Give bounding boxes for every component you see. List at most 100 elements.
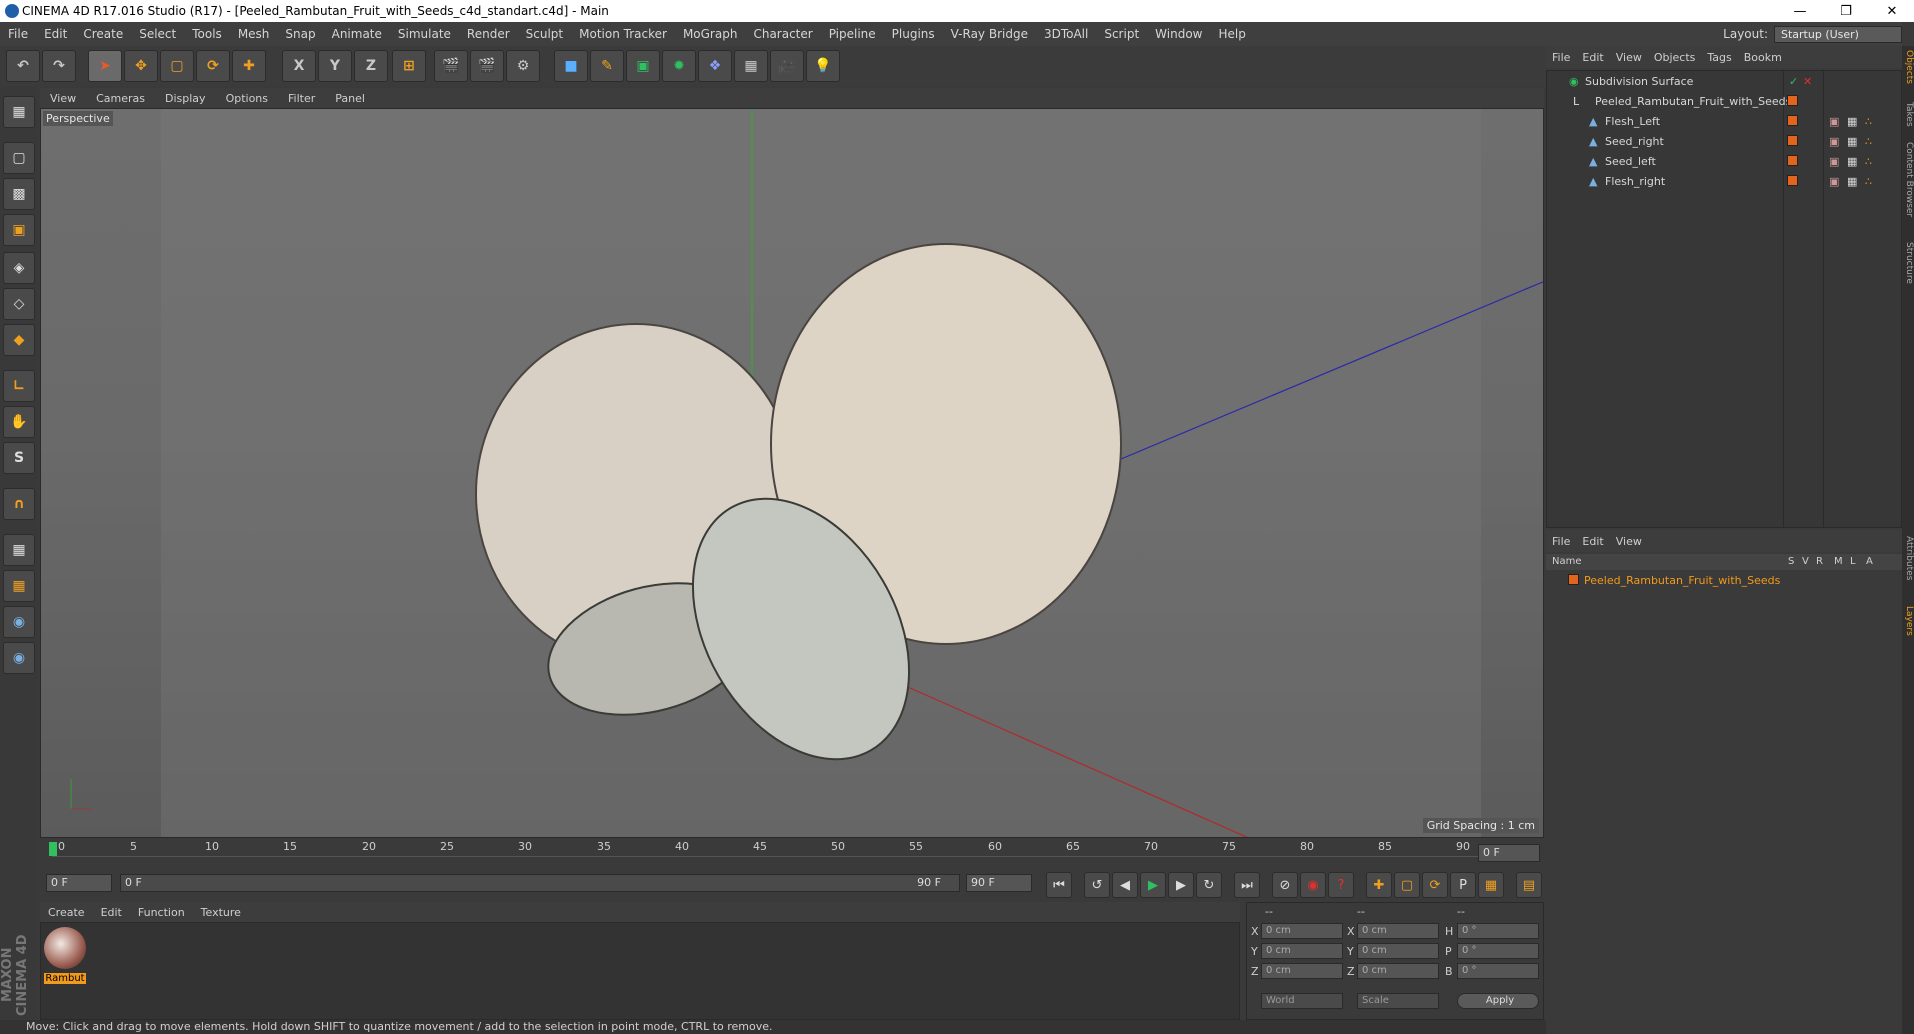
objects-menu-file[interactable]: File (1552, 51, 1570, 64)
move-tool-icon[interactable]: ✥ (124, 50, 158, 82)
make-editable-icon[interactable]: ▦ (3, 96, 35, 128)
subdivision-icon[interactable]: ▣ (626, 50, 660, 82)
phong-tag-icon[interactable]: ∴ (1865, 135, 1872, 148)
menu-mograph[interactable]: MoGraph (683, 27, 738, 41)
key-scale-icon[interactable]: ▢ (1394, 872, 1420, 898)
side-tab-layers[interactable]: Layers (1902, 606, 1914, 636)
menu-snap[interactable]: Snap (285, 27, 315, 41)
disable-x-icon[interactable]: ✕ (1803, 75, 1812, 88)
record-keys-icon[interactable]: ⊘ (1272, 872, 1298, 898)
menu-plugins[interactable]: Plugins (892, 27, 935, 41)
axis-y-button[interactable]: Y (318, 50, 352, 82)
menu-pipeline[interactable]: Pipeline (829, 27, 876, 41)
menu-help[interactable]: Help (1218, 27, 1245, 41)
position-z-field[interactable]: 0 cm (1261, 963, 1343, 979)
menu-character[interactable]: Character (753, 27, 812, 41)
layer-color-swatch[interactable] (1787, 135, 1798, 146)
mograph-cloner-icon[interactable]: ✹ (662, 50, 696, 82)
python-script-icon[interactable]: ◉ (3, 642, 35, 674)
rotation-b-field[interactable]: 0 ° (1457, 963, 1539, 979)
side-tab-objects[interactable]: Objects (1902, 50, 1914, 84)
camera-icon[interactable]: 🎥 (770, 50, 804, 82)
object-row-flesh-right[interactable]: ▲ Flesh_right ▣ ▦ ∴ (1547, 171, 1903, 191)
side-tab-takes[interactable]: Takes (1902, 102, 1914, 127)
rotation-p-field[interactable]: 0 ° (1457, 943, 1539, 959)
viewport-menu-options[interactable]: Options (226, 92, 268, 105)
phong-tag-icon[interactable]: ∴ (1865, 155, 1872, 168)
menu-vray-bridge[interactable]: V-Ray Bridge (951, 27, 1028, 41)
texture-tag-icon[interactable]: ▣ (1829, 155, 1839, 168)
workplane-mode-icon[interactable]: ▣ (3, 214, 35, 246)
goto-start-icon[interactable]: ⏮ (1046, 872, 1072, 898)
previous-key-icon[interactable]: ↺ (1084, 872, 1110, 898)
deformer-icon[interactable]: ❖ (698, 50, 732, 82)
python-icon[interactable]: ◉ (3, 606, 35, 638)
perspective-viewport[interactable]: Perspective Grid Spacing : 1 cm (40, 108, 1544, 838)
object-row-flesh-left[interactable]: ▲ Flesh_Left ▣ ▦ ∴ (1547, 111, 1903, 131)
viewport-menu-filter[interactable]: Filter (288, 92, 315, 105)
layer-color-swatch[interactable] (1787, 95, 1798, 106)
layout-dropdown[interactable]: Startup (User) (1774, 25, 1902, 43)
objects-menu-view[interactable]: View (1616, 51, 1642, 64)
menu-3dtoall[interactable]: 3DToAll (1044, 27, 1088, 41)
objects-menu-edit[interactable]: Edit (1582, 51, 1603, 64)
position-y-field[interactable]: 0 cm (1261, 943, 1343, 959)
axis-mode-icon[interactable]: ∟ (3, 370, 35, 402)
material-menu-texture[interactable]: Texture (201, 906, 241, 919)
workplane-icon[interactable]: ▦ (3, 570, 35, 602)
layers-menu-file[interactable]: File (1552, 535, 1570, 548)
menu-select[interactable]: Select (139, 27, 176, 41)
material-menu-edit[interactable]: Edit (101, 906, 122, 919)
layer-color-swatch[interactable] (1787, 175, 1798, 186)
material-tag-icon[interactable]: ▦ (1847, 175, 1857, 188)
key-rotation-icon[interactable]: ⟳ (1422, 872, 1448, 898)
apply-button[interactable]: Apply (1457, 993, 1539, 1009)
playhead-marker[interactable] (49, 842, 57, 856)
key-position-icon[interactable]: ✚ (1366, 872, 1392, 898)
objects-menu-bookmarks[interactable]: Bookm (1744, 51, 1782, 64)
material-preview-swatch[interactable] (44, 927, 86, 969)
menu-render[interactable]: Render (467, 27, 510, 41)
model-mode-icon[interactable]: ▢ (3, 142, 35, 174)
snap-icon[interactable]: S (3, 442, 35, 474)
menu-animate[interactable]: Animate (332, 27, 382, 41)
axis-z-button[interactable]: Z (354, 50, 388, 82)
menu-file[interactable]: File (8, 27, 28, 41)
coordinate-system-icon[interactable]: ⊞ (392, 50, 426, 82)
start-frame-field[interactable]: 0 F (46, 874, 112, 892)
goto-end-icon[interactable]: ⏭ (1234, 872, 1260, 898)
menu-create[interactable]: Create (83, 27, 123, 41)
size-x-field[interactable]: 0 cm (1357, 923, 1439, 939)
next-frame-icon[interactable]: ▶ (1168, 872, 1194, 898)
autokey-icon[interactable]: ◉ (1300, 872, 1326, 898)
viewport-menu-cameras[interactable]: Cameras (96, 92, 145, 105)
object-row-seed-left[interactable]: ▲ Seed_left ▣ ▦ ∴ (1547, 151, 1903, 171)
select-cursor-icon[interactable]: ➤ (88, 50, 122, 82)
menu-mesh[interactable]: Mesh (238, 27, 270, 41)
timeline-window-icon[interactable]: ▤ (1516, 872, 1542, 898)
menu-window[interactable]: Window (1155, 27, 1202, 41)
previous-frame-icon[interactable]: ◀ (1112, 872, 1138, 898)
objects-menu-objects[interactable]: Objects (1654, 51, 1696, 64)
object-row-peeled-rambutan[interactable]: L Peeled_Rambutan_Fruit_with_Seeds (1547, 91, 1903, 111)
side-tab-attributes[interactable]: Attributes (1902, 536, 1914, 580)
texture-tag-icon[interactable]: ▣ (1829, 175, 1839, 188)
side-tab-structure[interactable]: Structure (1902, 242, 1914, 284)
layer-row[interactable]: Peeled_Rambutan_Fruit_with_Seeds (1546, 570, 1902, 590)
size-z-field[interactable]: 0 cm (1357, 963, 1439, 979)
viewport-menu-view[interactable]: View (50, 92, 76, 105)
enabled-check-icon[interactable]: ✓ (1789, 75, 1798, 88)
menu-script[interactable]: Script (1104, 27, 1139, 41)
material-menu-create[interactable]: Create (48, 906, 85, 919)
object-row-seed-right[interactable]: ▲ Seed_right ▣ ▦ ∴ (1547, 131, 1903, 151)
end-frame-field[interactable]: 90 F (966, 874, 1032, 892)
size-mode-dropdown[interactable]: Scale (1357, 993, 1439, 1009)
render-picture-viewer-icon[interactable]: 🎬 (470, 50, 504, 82)
object-row-subdivision-surface[interactable]: ◉ Subdivision Surface ✓ ✕ (1547, 71, 1903, 91)
menu-edit[interactable]: Edit (44, 27, 67, 41)
texture-tag-icon[interactable]: ▣ (1829, 135, 1839, 148)
undo-icon[interactable]: ↶ (6, 50, 40, 82)
objects-menu-tags[interactable]: Tags (1707, 51, 1731, 64)
transform-tool-icon[interactable]: ✚ (232, 50, 266, 82)
workplane-lock-icon[interactable]: ▦ (3, 534, 35, 566)
